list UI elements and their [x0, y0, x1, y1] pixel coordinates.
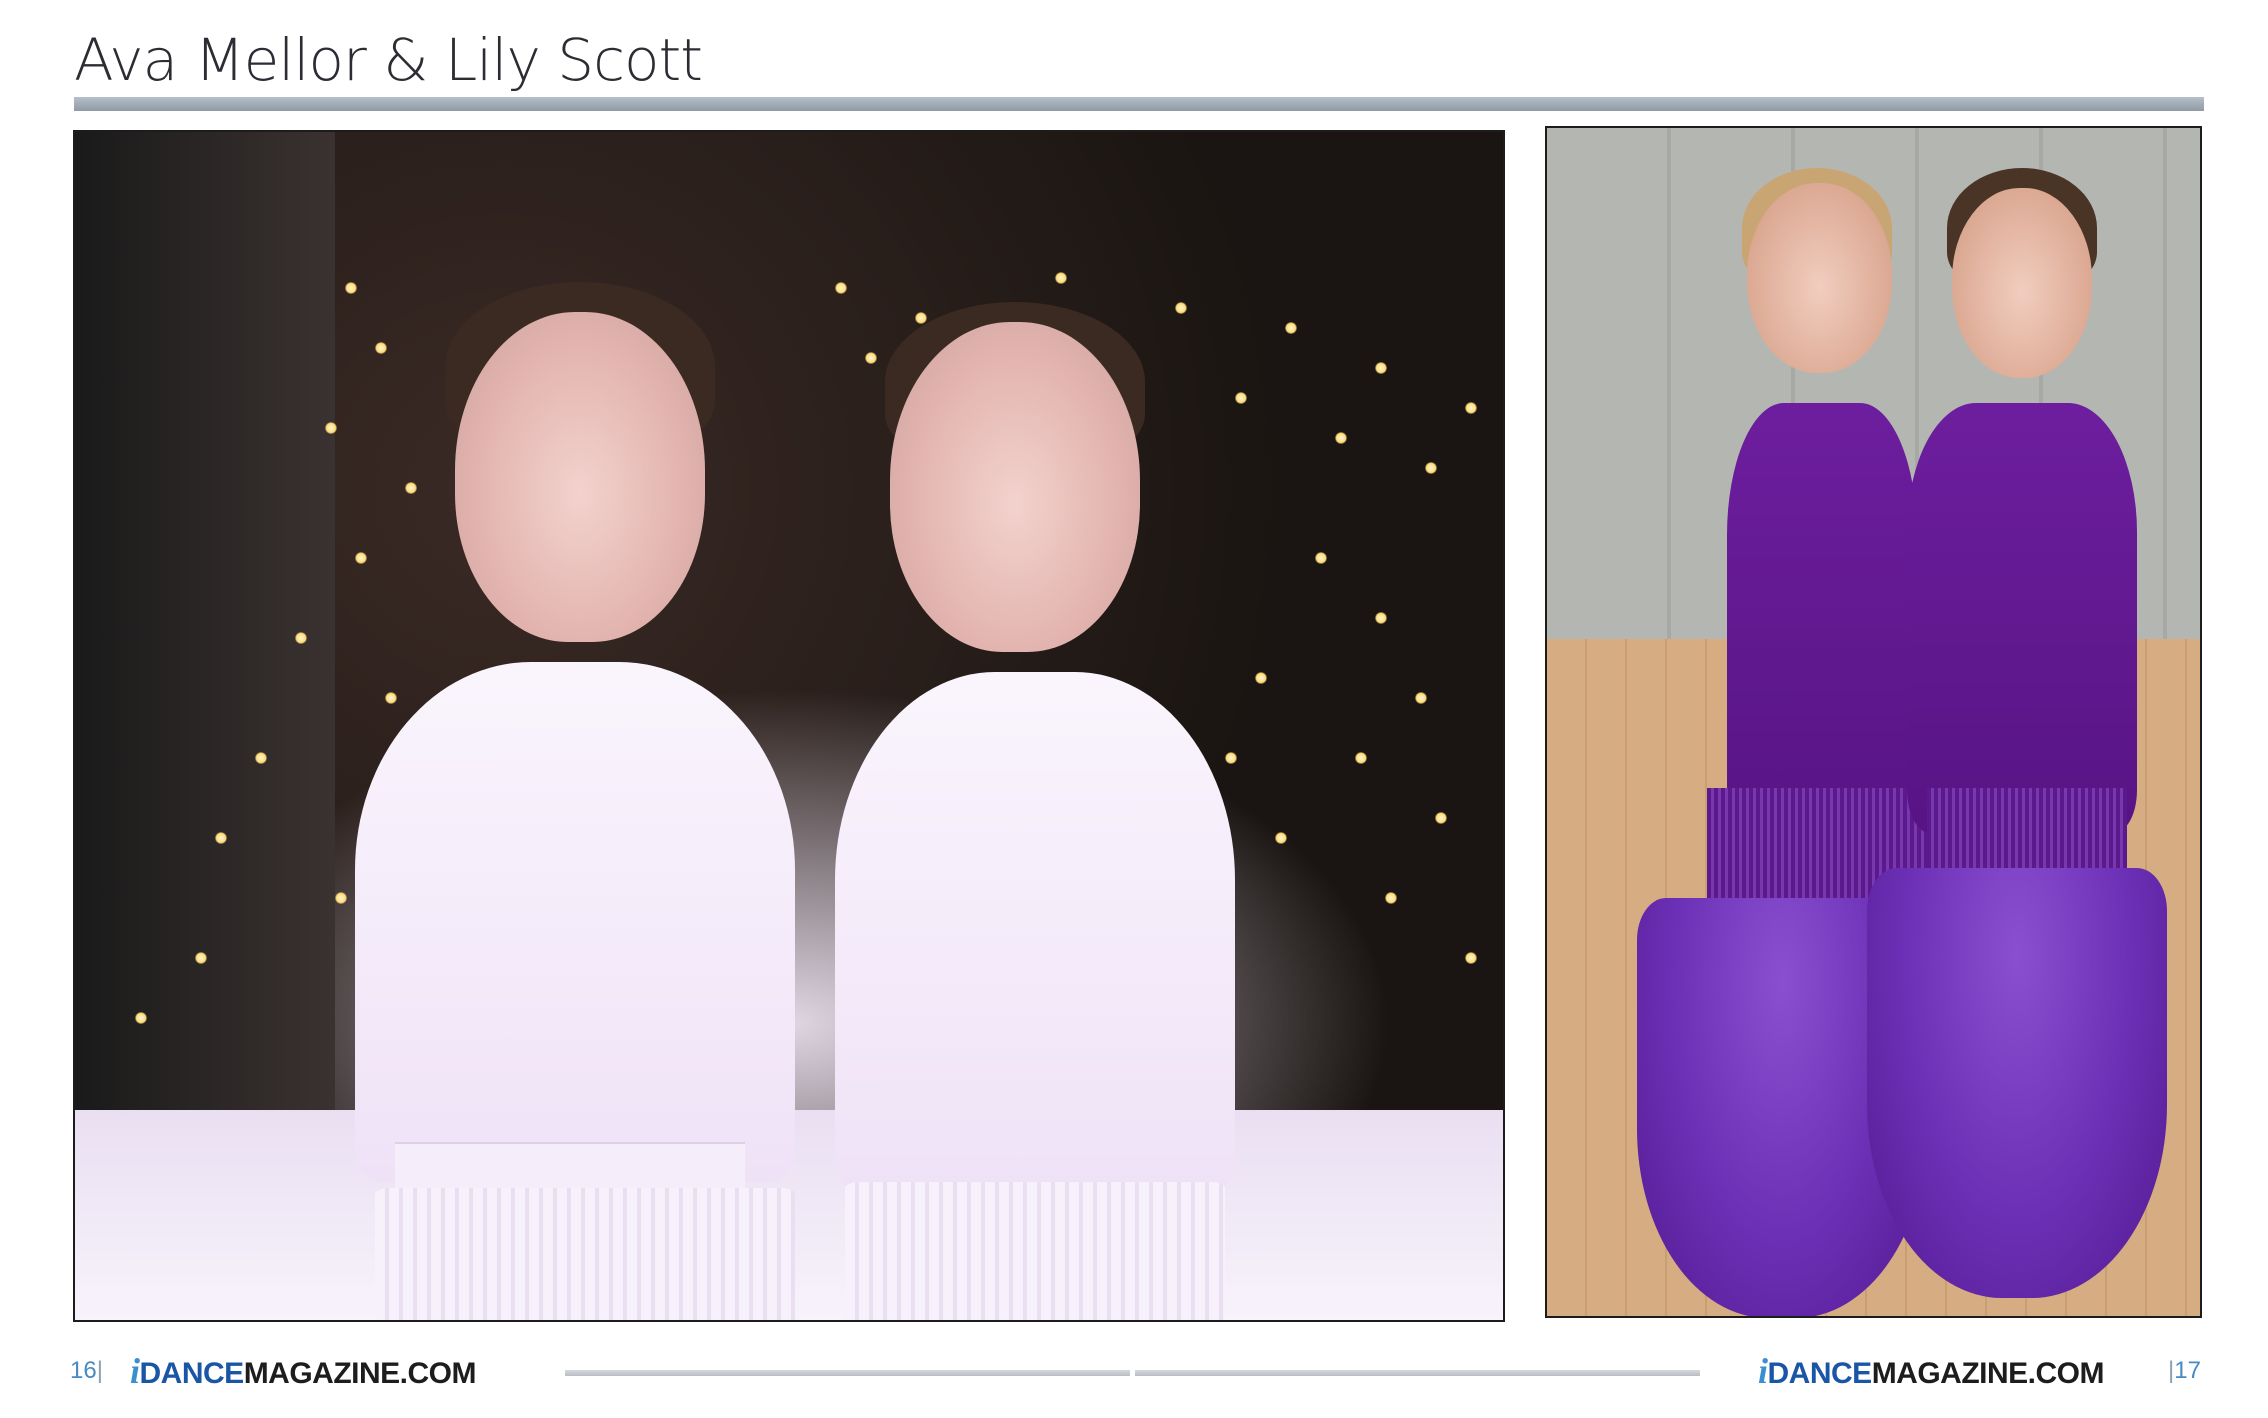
dancer-right	[795, 302, 1355, 1320]
magazine-logo-right[interactable]: iDANCEMAGAZINE.COM	[1758, 1350, 2105, 1392]
purple-dancer-right	[1847, 168, 2187, 1316]
footer-rule-left	[565, 1370, 1130, 1376]
page-title: Ava Mellor & Lily Scott	[74, 26, 703, 94]
title-divider	[74, 97, 2204, 111]
magazine-logo-left[interactable]: iDANCEMAGAZINE.COM	[130, 1350, 477, 1392]
page-number-left: 16|	[70, 1357, 103, 1384]
photo-left	[73, 130, 1505, 1322]
dancer-left	[315, 282, 875, 1320]
photo-right	[1545, 126, 2202, 1318]
page-number-right: |17	[2168, 1357, 2201, 1384]
footer-rule-right	[1135, 1370, 1700, 1376]
